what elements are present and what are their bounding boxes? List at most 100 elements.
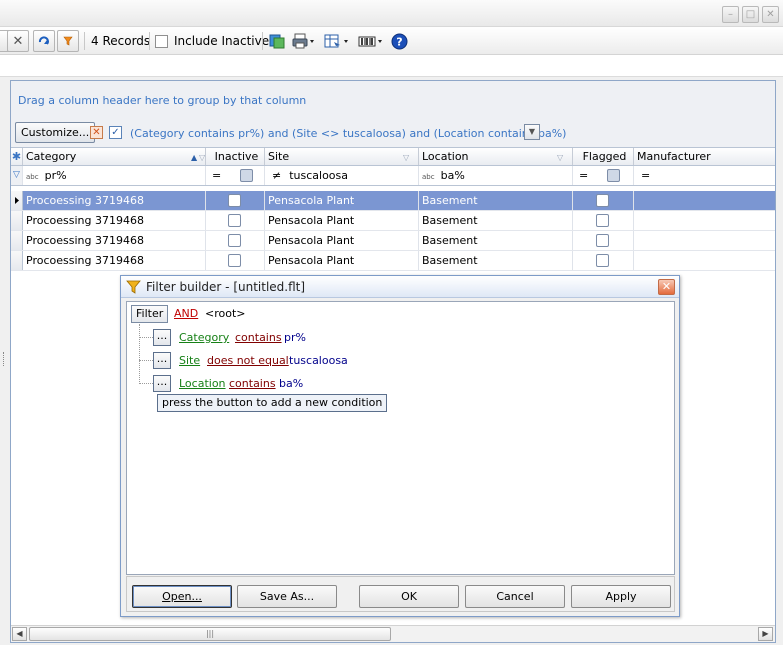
inactive-checkbox[interactable] — [228, 194, 241, 207]
cell-location[interactable]: Basement — [419, 231, 573, 250]
scroll-thumb[interactable]: ||| — [29, 627, 391, 641]
horizontal-scrollbar[interactable]: ◀ ||| ▶ — [11, 625, 775, 642]
condition-field-link[interactable]: Location — [179, 377, 226, 390]
cell-flagged[interactable] — [573, 191, 634, 210]
filter-inactive-checkbox[interactable] — [240, 169, 253, 182]
cell-inactive[interactable] — [206, 231, 265, 250]
filter-inactive-cell[interactable]: = — [206, 166, 265, 185]
cell-site[interactable]: Pensacola Plant — [265, 251, 419, 270]
operator-icon[interactable]: = — [641, 169, 650, 182]
filter-flagged-cell[interactable]: = — [573, 166, 634, 185]
add-condition-button[interactable]: press the button to add a new condition — [157, 394, 388, 412]
export-icon[interactable] — [268, 30, 286, 52]
operator-icon[interactable]: = — [212, 166, 221, 185]
row-indicator[interactable] — [11, 251, 23, 270]
filter-dropdown-button[interactable]: ▼ — [524, 124, 540, 140]
flagged-checkbox[interactable] — [596, 194, 609, 207]
close-window-button[interactable]: ✕ — [762, 6, 779, 23]
column-filter-icon[interactable]: ▽ — [403, 149, 409, 165]
open-button[interactable]: Open... — [132, 585, 232, 608]
column-header-site[interactable]: Site ▽ — [265, 148, 419, 165]
filter-category-cell[interactable]: abc pr% — [23, 166, 206, 185]
condition-operator-link[interactable]: does not equal — [207, 354, 289, 367]
flagged-checkbox[interactable] — [596, 234, 609, 247]
condition-value[interactable]: ba% — [279, 377, 303, 390]
cell-manufacturer[interactable] — [634, 231, 775, 250]
splitter-grip[interactable] — [3, 352, 6, 366]
cell-location[interactable]: Basement — [419, 251, 573, 270]
maximize-button[interactable]: □ — [742, 6, 759, 23]
column-header-flagged[interactable]: Flagged — [573, 148, 634, 165]
condition-menu-button[interactable]: ... — [153, 375, 171, 392]
cell-flagged[interactable] — [573, 231, 634, 250]
cell-inactive[interactable] — [206, 191, 265, 210]
group-by-area[interactable]: Drag a column header here to group by th… — [11, 81, 775, 121]
cell-manufacturer[interactable] — [634, 191, 775, 210]
include-inactive-checkbox[interactable] — [155, 30, 168, 52]
print-icon[interactable] — [291, 30, 317, 52]
filter-location-cell[interactable]: abc ba% — [419, 166, 573, 185]
customize-button[interactable]: Customize... — [15, 122, 96, 143]
column-header-inactive[interactable]: Inactive — [206, 148, 265, 165]
cell-manufacturer[interactable] — [634, 251, 775, 270]
row-indicator[interactable] — [11, 211, 23, 230]
flagged-checkbox[interactable] — [596, 214, 609, 227]
filter-icon[interactable] — [57, 30, 79, 52]
column-chooser-icon[interactable] — [323, 30, 351, 52]
row-indicator[interactable] — [11, 191, 23, 210]
table-row[interactable]: Procoessing 3719468 Pensacola Plant Base… — [11, 191, 775, 211]
filter-flagged-checkbox[interactable] — [607, 169, 620, 182]
filter-site-cell[interactable]: ≠ tuscaloosa — [265, 166, 419, 185]
operator-icon[interactable]: = — [579, 166, 588, 185]
ok-button[interactable]: OK — [359, 585, 459, 608]
condition-field-link[interactable]: Category — [179, 331, 229, 344]
apply-button[interactable]: Apply — [571, 585, 671, 608]
cell-category[interactable]: Procoessing 3719468 — [23, 251, 206, 270]
row-indicator[interactable] — [11, 231, 23, 250]
scroll-right-icon[interactable]: ▶ — [758, 627, 773, 641]
cell-location[interactable]: Basement — [419, 191, 573, 210]
help-icon[interactable]: ? — [390, 30, 408, 52]
cell-inactive[interactable] — [206, 251, 265, 270]
column-header-category[interactable]: Category ▲ ▽ — [23, 148, 206, 165]
cancel-button[interactable]: Cancel — [465, 585, 565, 608]
condition-operator-link[interactable]: contains — [229, 377, 276, 390]
barcode-icon[interactable] — [357, 30, 385, 52]
scroll-left-icon[interactable]: ◀ — [12, 627, 27, 641]
inactive-checkbox[interactable] — [228, 234, 241, 247]
cell-flagged[interactable] — [573, 211, 634, 230]
condition-field-link[interactable]: Site — [179, 354, 200, 367]
column-header-manufacturer[interactable]: Manufacturer — [634, 148, 775, 165]
filter-manufacturer-cell[interactable]: = — [634, 166, 775, 185]
operator-icon[interactable]: ≠ — [272, 169, 281, 182]
cell-site[interactable]: Pensacola Plant — [265, 211, 419, 230]
table-row[interactable]: Procoessing 3719468 Pensacola Plant Base… — [11, 231, 775, 251]
table-row[interactable]: Procoessing 3719468 Pensacola Plant Base… — [11, 251, 775, 271]
cancel-icon[interactable]: ✕ — [7, 30, 29, 52]
close-dialog-button[interactable]: ✕ — [658, 279, 675, 295]
flagged-checkbox[interactable] — [596, 254, 609, 267]
inactive-checkbox[interactable] — [228, 254, 241, 267]
cell-manufacturer[interactable] — [634, 211, 775, 230]
column-header-location[interactable]: Location ▽ — [419, 148, 573, 165]
refresh-icon[interactable] — [33, 30, 55, 52]
cell-category[interactable]: Procoessing 3719468 — [23, 191, 206, 210]
cell-site[interactable]: Pensacola Plant — [265, 191, 419, 210]
filter-enabled-checkbox[interactable]: ✓ — [109, 126, 122, 139]
condition-menu-button[interactable]: ... — [153, 329, 171, 346]
table-row[interactable]: Procoessing 3719468 Pensacola Plant Base… — [11, 211, 775, 231]
cell-category[interactable]: Procoessing 3719468 — [23, 211, 206, 230]
root-operator-link[interactable]: AND — [174, 307, 198, 320]
condition-menu-button[interactable]: ... — [153, 352, 171, 369]
save-as-button[interactable]: Save As... — [237, 585, 337, 608]
inactive-checkbox[interactable] — [228, 214, 241, 227]
cell-location[interactable]: Basement — [419, 211, 573, 230]
cell-inactive[interactable] — [206, 211, 265, 230]
condition-value[interactable]: pr% — [284, 331, 306, 344]
cell-flagged[interactable] — [573, 251, 634, 270]
column-filter-icon[interactable]: ▽ — [557, 149, 563, 165]
column-filter-icon[interactable]: ▽ — [199, 149, 205, 165]
condition-value[interactable]: tuscaloosa — [289, 354, 348, 367]
condition-operator-link[interactable]: contains — [235, 331, 282, 344]
minimize-button[interactable]: – — [722, 6, 739, 23]
